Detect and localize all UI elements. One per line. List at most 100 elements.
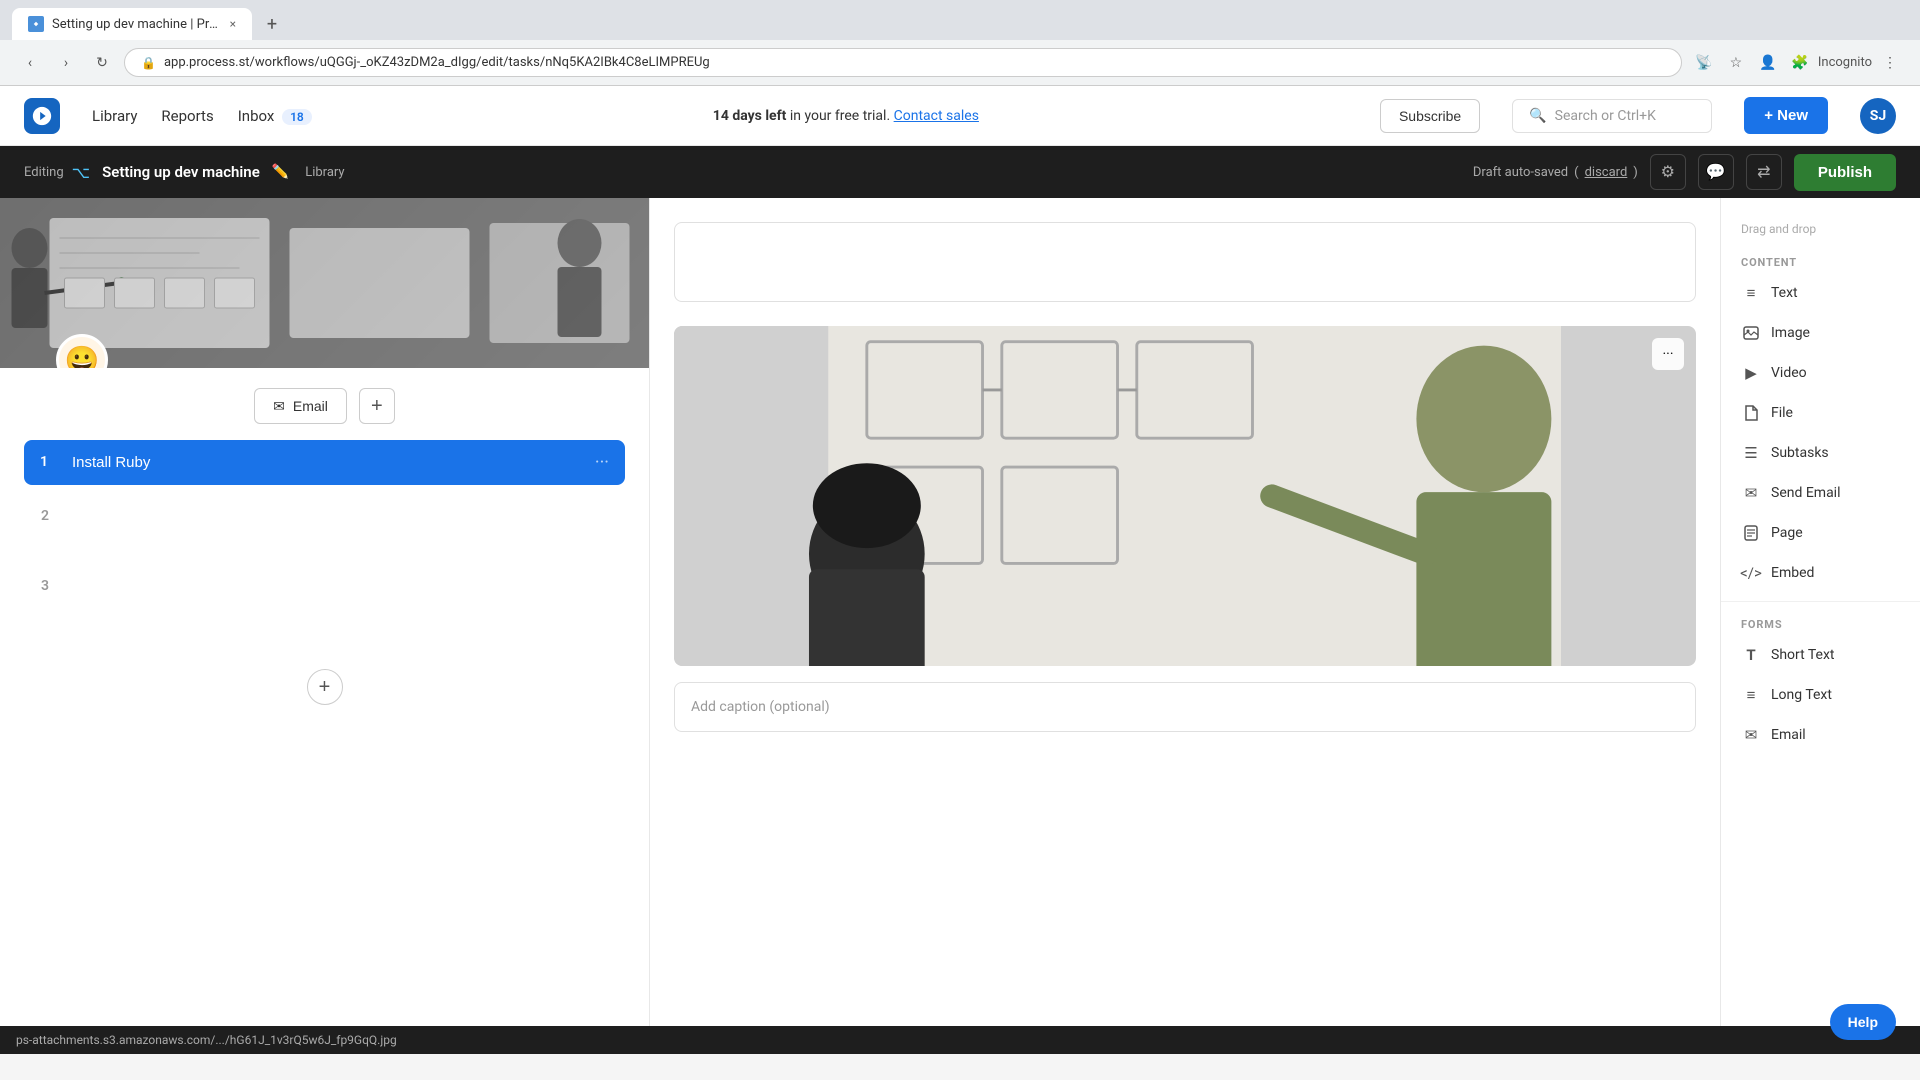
logo[interactable] [24,98,60,134]
email-button[interactable]: ✉ Email [254,388,347,424]
sidebar-item-email-form[interactable]: ✉ Email [1721,715,1920,755]
task-item[interactable]: 3 [24,563,625,625]
send-email-icon: ✉ [1741,483,1761,503]
sidebar-item-image[interactable]: Image [1721,313,1920,353]
search-icon: 🔍 [1529,108,1546,124]
tab-favicon [28,16,44,32]
embed-icon: </> [1741,563,1761,583]
sidebar-item-send-email[interactable]: ✉ Send Email [1721,473,1920,513]
new-button[interactable]: + New [1744,97,1828,134]
tab-title: Setting up dev machine | Process... [52,17,222,32]
task-number: 2 [41,508,61,524]
nav-links: Library Reports Inbox 18 [92,103,312,129]
settings-button[interactable]: ⚙ [1650,154,1686,190]
sidebar-label-long-text: Long Text [1771,687,1832,703]
status-bar: ps-attachments.s3.amazonaws.com/.../hG61… [0,1026,1920,1054]
trial-text: in your free trial. [790,108,890,124]
sidebar-item-text[interactable]: ≡ Text [1721,273,1920,313]
contact-sales-link[interactable]: Contact sales [894,108,979,124]
caption-input[interactable]: Add caption (optional) [674,682,1696,732]
top-nav: Library Reports Inbox 18 14 days left in… [0,86,1920,146]
subscribe-button[interactable]: Subscribe [1380,99,1480,133]
back-button[interactable]: ‹ [16,49,44,77]
discard-link[interactable]: discard [1585,165,1628,180]
header-image: 😀 [0,198,649,368]
workflow-title: Setting up dev machine [102,163,260,181]
file-icon [1741,403,1761,423]
inbox-badge: 18 [282,109,312,125]
sidebar-item-long-text[interactable]: ≡ Long Text [1721,675,1920,715]
active-tab[interactable]: Setting up dev machine | Process... × [12,8,252,40]
trial-banner: 14 days left in your free trial. Contact… [344,108,1348,124]
sidebar-item-video[interactable]: ▶ Video [1721,353,1920,393]
image-icon [1741,323,1761,343]
email-icon: ✉ [273,398,285,415]
flow-icon: ⌥ [72,163,90,182]
nav-actions: 📡 ☆ 👤 🧩 Incognito ⋮ [1690,49,1904,77]
comment-button[interactable]: 💬 [1698,154,1734,190]
sidebar-item-embed[interactable]: </> Embed [1721,553,1920,593]
library-nav-link[interactable]: Library [92,103,137,129]
tab-bar: Setting up dev machine | Process... × + [0,0,1920,40]
content-image [674,326,1696,666]
inbox-nav-link[interactable]: Inbox 18 [238,103,312,129]
email-label: Email [293,398,328,414]
add-step-button[interactable]: + [359,388,395,424]
right-panel: ··· Add caption (optional) [650,198,1720,1026]
bookmark-icon[interactable]: ☆ [1722,49,1750,77]
address-bar[interactable]: 🔒 app.process.st/workflows/uQGGj-_oKZ43z… [124,48,1682,77]
sidebar-label-subtasks: Subtasks [1771,445,1829,461]
sidebar-forms-header: FORMS [1721,610,1920,635]
sidebar-label-file: File [1771,405,1793,421]
subtasks-icon: ☰ [1741,443,1761,463]
left-panel: 😀 ✉ Email + 1 ··· [0,198,650,1026]
task-more-icon[interactable]: ··· [595,452,609,473]
empty-content-box [674,222,1696,302]
task-item[interactable]: 2 [24,493,625,555]
help-button[interactable]: Help [1830,1004,1896,1040]
sidebar-label-embed: Embed [1771,565,1814,581]
page-icon [1741,523,1761,543]
task-item[interactable]: 1 ··· [24,440,625,485]
browser-nav: ‹ › ↻ 🔒 app.process.st/workflows/uQGGj-_… [0,40,1920,86]
extensions-icon[interactable]: 🧩 [1786,49,1814,77]
cast-icon[interactable]: 📡 [1690,49,1718,77]
sidebar-label-video: Video [1771,365,1807,381]
sidebar-label-email-form: Email [1771,727,1806,743]
sidebar-label-image: Image [1771,325,1810,341]
sidebar-label-text: Text [1771,285,1798,301]
video-icon: ▶ [1741,363,1761,383]
editor-header: Editing ⌥ Setting up dev machine ✏️ Libr… [0,146,1920,198]
sidebar-item-file[interactable]: File [1721,393,1920,433]
close-tab-icon[interactable]: × [230,17,236,31]
forward-button[interactable]: › [52,49,80,77]
new-tab-button[interactable]: + [256,8,288,40]
content-image-container: ··· [674,326,1696,666]
add-task-area: + [0,669,649,705]
image-more-button[interactable]: ··· [1652,338,1684,370]
profile-icon[interactable]: 👤 [1754,49,1782,77]
sidebar-item-short-text[interactable]: T Short Text [1721,635,1920,675]
add-task-button[interactable]: + [307,669,343,705]
reports-nav-link[interactable]: Reports [161,103,213,129]
shuffle-button[interactable]: ⇄ [1746,154,1782,190]
more-options-icon[interactable]: ⋮ [1876,49,1904,77]
avatar[interactable]: SJ [1860,98,1896,134]
incognito-label: Incognito [1818,55,1872,70]
task-title-input[interactable] [72,454,583,471]
reload-button[interactable]: ↻ [88,49,116,77]
tasks-list: 1 ··· 2 3 [0,440,649,657]
sidebar-item-subtasks[interactable]: ☰ Subtasks [1721,433,1920,473]
sidebar-item-page[interactable]: Page [1721,513,1920,553]
lock-icon: 🔒 [141,56,156,70]
library-breadcrumb[interactable]: Library [305,165,344,180]
caption-placeholder: Add caption (optional) [691,699,830,715]
scroll-area [1721,755,1920,775]
sidebar-label-send-email: Send Email [1771,485,1841,501]
drag-drop-hint: Drag and drop [1721,214,1920,248]
browser-chrome: Setting up dev machine | Process... × + … [0,0,1920,86]
editing-label: Editing ⌥ [24,163,90,182]
publish-button[interactable]: Publish [1794,154,1896,191]
edit-title-icon[interactable]: ✏️ [272,164,289,180]
search-bar[interactable]: 🔍 Search or Ctrl+K [1512,99,1712,133]
